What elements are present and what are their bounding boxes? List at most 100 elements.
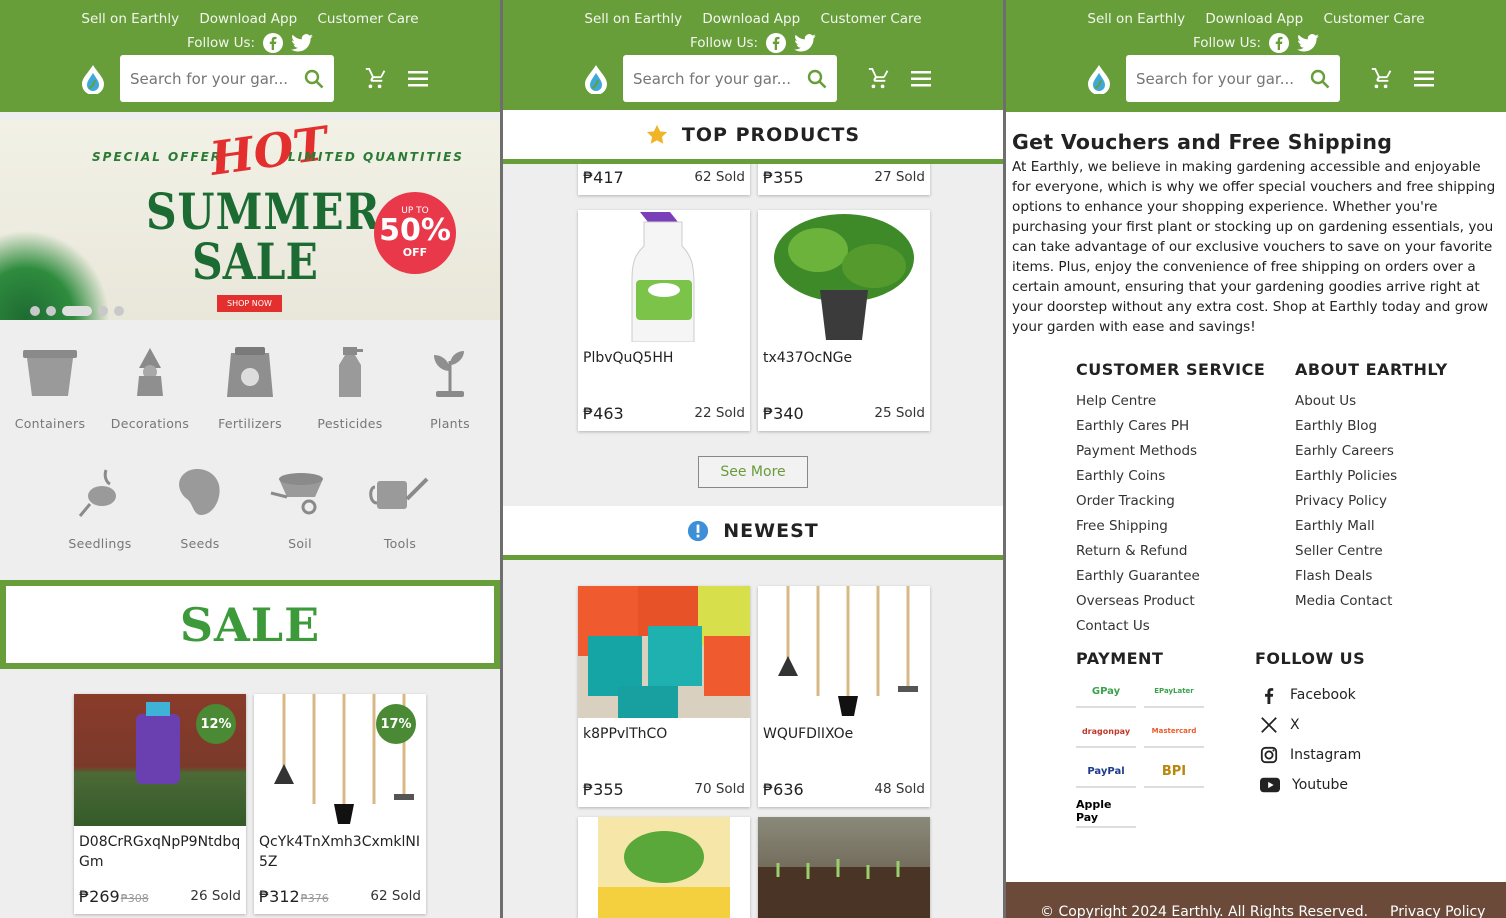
facebook-icon[interactable] bbox=[766, 33, 787, 53]
sale-product-card[interactable]: 17% QcYk4TnXmh3CxmklNI 5Z ₱312₱376 62 So… bbox=[254, 694, 426, 914]
product-image bbox=[578, 210, 750, 342]
category-fertilizers[interactable]: Fertilizers bbox=[200, 340, 300, 431]
seedling-tray-image bbox=[758, 859, 930, 918]
promo-banner[interactable]: SPECIAL OFFER HOT LIMITED QUANTITIES SUM… bbox=[0, 120, 500, 320]
top-product-card[interactable]: tx437OcNGe ₱340 25 Sold bbox=[758, 210, 930, 431]
follow-title: FOLLOW US bbox=[1255, 649, 1366, 668]
social-facebook[interactable]: Facebook bbox=[1260, 680, 1361, 710]
social-x[interactable]: X bbox=[1260, 710, 1361, 740]
cart-icon[interactable] bbox=[867, 67, 889, 90]
spray-product-image bbox=[631, 212, 695, 342]
facebook-icon[interactable] bbox=[1269, 33, 1290, 53]
category-containers[interactable]: Containers bbox=[0, 340, 100, 431]
newest-product-card[interactable]: WQUFDlIXOe ₱636 48 Sold bbox=[758, 586, 930, 807]
search-input[interactable] bbox=[1136, 69, 1296, 88]
top-product-card[interactable]: PlbvQuQ5HH ₱463 22 Sold bbox=[578, 210, 750, 431]
product-sold: 62 Sold bbox=[694, 169, 745, 185]
category-pesticides[interactable]: Pesticides bbox=[300, 340, 400, 431]
footer-link[interactable]: Earthly Policies bbox=[1295, 468, 1448, 493]
carousel-dot[interactable] bbox=[46, 306, 56, 316]
footer-link[interactable]: Earthly Cares PH bbox=[1076, 418, 1265, 443]
social-instagram[interactable]: Instagram bbox=[1260, 740, 1361, 770]
newest-product-card[interactable]: k8PPvlThCO ₱355 70 Sold bbox=[578, 586, 750, 807]
footer-link[interactable]: Help Centre bbox=[1076, 393, 1265, 418]
twitter-icon[interactable] bbox=[291, 34, 313, 52]
download-app-link[interactable]: Download App bbox=[199, 11, 297, 27]
sell-link[interactable]: Sell on Earthly bbox=[584, 11, 682, 27]
footer-link[interactable]: Earthly Coins bbox=[1076, 468, 1265, 493]
earthly-logo-icon[interactable] bbox=[80, 64, 106, 94]
neem-oil-image bbox=[598, 817, 730, 918]
download-app-link[interactable]: Download App bbox=[702, 11, 800, 27]
newest-product-card[interactable] bbox=[578, 817, 750, 918]
category-label: Pesticides bbox=[317, 416, 383, 431]
search-box[interactable] bbox=[1126, 55, 1340, 102]
earthly-logo-icon[interactable] bbox=[583, 64, 609, 94]
twitter-icon[interactable] bbox=[1297, 34, 1319, 52]
footer-link[interactable]: Flash Deals bbox=[1295, 568, 1448, 593]
social-label: Instagram bbox=[1290, 747, 1362, 763]
carousel-dot[interactable] bbox=[30, 306, 40, 316]
footer-link[interactable]: Free Shipping bbox=[1076, 518, 1265, 543]
footer-link[interactable]: Earthly Guarantee bbox=[1076, 568, 1265, 593]
menu-icon[interactable] bbox=[1414, 70, 1434, 87]
cart-icon[interactable] bbox=[364, 67, 386, 90]
sell-link[interactable]: Sell on Earthly bbox=[1087, 11, 1185, 27]
category-tools[interactable]: Tools bbox=[350, 460, 450, 551]
social-youtube[interactable]: Youtube bbox=[1260, 770, 1361, 800]
footer-link[interactable]: Privacy Policy bbox=[1295, 493, 1448, 518]
carousel-dot[interactable] bbox=[114, 306, 124, 316]
footer-link[interactable]: Order Tracking bbox=[1076, 493, 1265, 518]
carousel-dot[interactable] bbox=[98, 306, 108, 316]
watering-can-icon bbox=[369, 477, 429, 509]
see-more-button[interactable]: See More bbox=[698, 456, 808, 488]
facebook-icon[interactable] bbox=[263, 33, 284, 53]
footer-link[interactable]: Media Contact bbox=[1295, 593, 1448, 618]
customer-care-link[interactable]: Customer Care bbox=[317, 11, 418, 27]
privacy-policy-link[interactable]: Privacy Policy bbox=[1390, 904, 1485, 918]
search-box[interactable] bbox=[120, 55, 334, 102]
menu-icon[interactable] bbox=[408, 70, 428, 87]
customer-care-link[interactable]: Customer Care bbox=[1323, 11, 1424, 27]
footer-link[interactable]: About Us bbox=[1295, 393, 1448, 418]
search-icon[interactable] bbox=[304, 69, 324, 89]
product-price: ₱417 bbox=[583, 168, 624, 187]
search-icon[interactable] bbox=[1310, 69, 1330, 89]
follow-label: Follow Us: bbox=[689, 35, 759, 51]
download-app-link[interactable]: Download App bbox=[1205, 11, 1303, 27]
earthly-logo-icon[interactable] bbox=[1086, 64, 1112, 94]
footer-link[interactable]: Earhly Careers bbox=[1295, 443, 1448, 468]
menu-icon[interactable] bbox=[911, 70, 931, 87]
newest-product-card[interactable] bbox=[758, 817, 930, 918]
product-price: ₱355 bbox=[583, 780, 624, 799]
sell-link[interactable]: Sell on Earthly bbox=[81, 11, 179, 27]
footer-link[interactable]: Contact Us bbox=[1076, 618, 1265, 643]
search-icon[interactable] bbox=[807, 69, 827, 89]
category-decorations[interactable]: Decorations bbox=[100, 340, 200, 431]
shop-now-button[interactable]: SHOP NOW bbox=[217, 295, 282, 312]
twitter-icon[interactable] bbox=[794, 34, 816, 52]
search-input[interactable] bbox=[130, 69, 290, 88]
search-box[interactable] bbox=[623, 55, 837, 102]
footer-link[interactable]: Earthly Blog bbox=[1295, 418, 1448, 443]
newest-header: NEWEST bbox=[503, 506, 1003, 560]
footer-link[interactable]: Seller Centre bbox=[1295, 543, 1448, 568]
footer-link[interactable]: Return & Refund bbox=[1076, 543, 1265, 568]
footer-link[interactable]: Payment Methods bbox=[1076, 443, 1265, 468]
footer-link[interactable]: Overseas Product bbox=[1076, 593, 1265, 618]
footer-link[interactable]: Earthly Mall bbox=[1295, 518, 1448, 543]
product-image: 17% bbox=[254, 694, 426, 826]
seedling-root-icon bbox=[78, 469, 116, 517]
sale-product-card[interactable]: 12% D08CrRGxqNpP9Ntdbq Gm ₱269₱308 26 So… bbox=[74, 694, 246, 914]
customer-care-link[interactable]: Customer Care bbox=[820, 11, 921, 27]
category-seedlings[interactable]: Seedlings bbox=[50, 460, 150, 551]
product-sold: 25 Sold bbox=[874, 405, 925, 421]
category-seeds[interactable]: Seeds bbox=[150, 460, 250, 551]
cart-icon[interactable] bbox=[1370, 67, 1392, 90]
epaylater-logo: EPayLater bbox=[1144, 676, 1204, 708]
category-plants[interactable]: Plants bbox=[400, 340, 500, 431]
plant-sprout-icon bbox=[434, 351, 464, 397]
category-soil[interactable]: Soil bbox=[250, 460, 350, 551]
carousel-dot-active[interactable] bbox=[62, 306, 92, 316]
search-input[interactable] bbox=[633, 69, 793, 88]
